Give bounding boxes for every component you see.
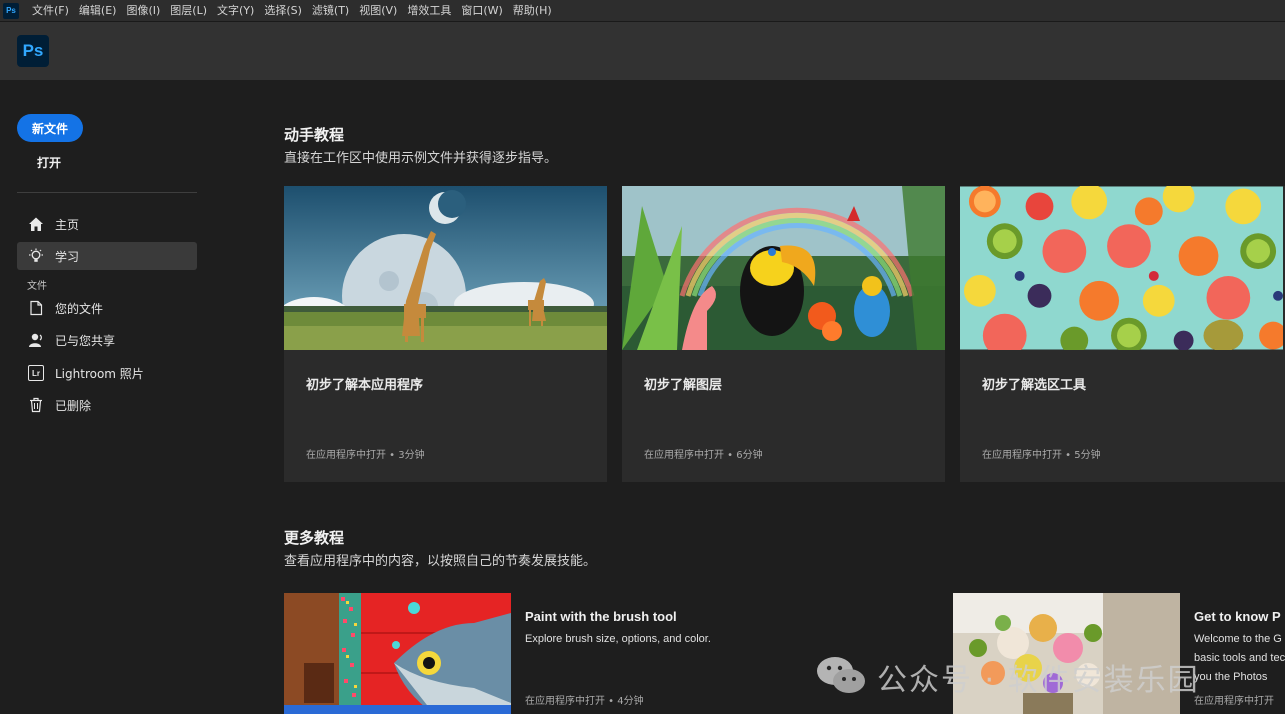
menubar: Ps 文件(F) 编辑(E) 图像(I) 图层(L) 文字(Y) 选择(S) 滤… <box>0 0 1285 22</box>
menu-layer[interactable]: 图层(L) <box>165 0 212 22</box>
sidebar-item-shared[interactable]: 已与您共享 <box>17 326 197 354</box>
menu-plugins[interactable]: 增效工具 <box>402 0 456 22</box>
lightbulb-icon <box>27 247 45 265</box>
sidebar-item-learn[interactable]: 学习 <box>17 242 197 270</box>
more-item-desc-line: you the Photos <box>1194 671 1268 683</box>
menu-file[interactable]: 文件(F) <box>27 0 74 22</box>
menu-type[interactable]: 文字(Y) <box>212 0 259 22</box>
menu-image[interactable]: 图像(I) <box>121 0 165 22</box>
watermark: 公众号 · 软件安装乐园 <box>815 652 1200 702</box>
sidebar-item-label: 已删除 <box>55 398 92 413</box>
sidebar-item-your-files[interactable]: 您的文件 <box>17 294 197 322</box>
menu-view[interactable]: 视图(V) <box>354 0 402 22</box>
more-tutorials-title: 更多教程 <box>284 529 345 547</box>
brush-thumbnail <box>284 593 511 714</box>
more-tutorial-brush[interactable]: Paint with the brush tool Explore brush … <box>284 593 804 714</box>
more-item-desc-line: basic tools and tec <box>1194 652 1285 664</box>
card-title: 初步了解图层 <box>644 378 723 393</box>
new-file-button[interactable]: 新文件 <box>17 114 83 142</box>
sidebar-item-label: Lightroom 照片 <box>55 366 144 381</box>
photoshop-logo: Ps <box>17 35 49 67</box>
shared-user-icon <box>27 331 45 349</box>
sidebar-item-label: 学习 <box>55 249 80 264</box>
open-button[interactable]: 打开 <box>37 154 61 171</box>
tutorial-card-app-basics[interactable]: 初步了解本应用程序 在应用程序中打开 • 3分钟 <box>284 186 607 482</box>
card-meta: 在应用程序中打开 • 6分钟 <box>644 450 763 461</box>
trash-icon <box>27 396 45 414</box>
menu-filter[interactable]: 滤镜(T) <box>307 0 354 22</box>
hands-on-subtitle: 直接在工作区中使用示例文件并获得逐步指导。 <box>284 151 558 166</box>
lightroom-icon-text: Lr <box>28 365 44 381</box>
tutorial-card-selection[interactable]: 初步了解选区工具 在应用程序中打开 • 5分钟 <box>960 186 1285 482</box>
home-icon <box>27 215 45 233</box>
sidebar-item-lightroom[interactable]: Lr Lightroom 照片 <box>17 359 197 387</box>
menu-edit[interactable]: 编辑(E) <box>74 0 122 22</box>
more-item-meta: 在应用程序中打开 • 4分钟 <box>525 696 644 707</box>
sidebar-item-deleted[interactable]: 已删除 <box>17 391 197 419</box>
more-item-desc: Welcome to the G basic tools and tec you… <box>1194 630 1285 687</box>
menu-window[interactable]: 窗口(W) <box>456 0 507 22</box>
card-meta: 在应用程序中打开 • 3分钟 <box>306 450 425 461</box>
giraffe-thumbnail <box>284 186 607 350</box>
sidebar: 新文件 打开 主页 学习 文件 您的文件 已与您共享 Lr Lightroom … <box>0 80 214 714</box>
more-item-title: Paint with the brush tool <box>525 609 677 624</box>
hands-on-title: 动手教程 <box>284 126 345 144</box>
file-icon <box>27 299 45 317</box>
fruit-thumbnail <box>960 186 1285 350</box>
sidebar-item-label: 主页 <box>55 217 80 232</box>
more-item-meta: 在应用程序中打开 <box>1194 696 1274 707</box>
menu-select[interactable]: 选择(S) <box>259 0 307 22</box>
app-header: Ps <box>0 22 1285 80</box>
more-tutorials-subtitle: 查看应用程序中的内容，以按照自己的节奏发展技能。 <box>284 554 597 569</box>
more-item-desc-line: Welcome to the G <box>1194 633 1282 645</box>
menu-help[interactable]: 帮助(H) <box>508 0 557 22</box>
sidebar-item-home[interactable]: 主页 <box>17 210 197 238</box>
sidebar-item-label: 已与您共享 <box>55 333 116 348</box>
app-icon[interactable]: Ps <box>3 2 19 19</box>
files-section-label: 文件 <box>27 281 47 292</box>
wechat-icon <box>815 654 867 700</box>
more-item-desc: Explore brush size, options, and color. <box>525 633 711 645</box>
sidebar-divider <box>17 192 197 193</box>
more-item-title: Get to know P <box>1194 609 1281 624</box>
toucan-thumbnail <box>622 186 945 350</box>
card-title: 初步了解本应用程序 <box>306 378 424 393</box>
card-title: 初步了解选区工具 <box>982 378 1087 393</box>
watermark-text: 公众号 · 软件安装乐园 <box>877 663 1200 698</box>
lightroom-icon: Lr <box>27 364 45 382</box>
card-meta: 在应用程序中打开 • 5分钟 <box>982 450 1101 461</box>
tutorial-card-layers[interactable]: 初步了解图层 在应用程序中打开 • 6分钟 <box>622 186 945 482</box>
sidebar-item-label: 您的文件 <box>55 301 104 316</box>
